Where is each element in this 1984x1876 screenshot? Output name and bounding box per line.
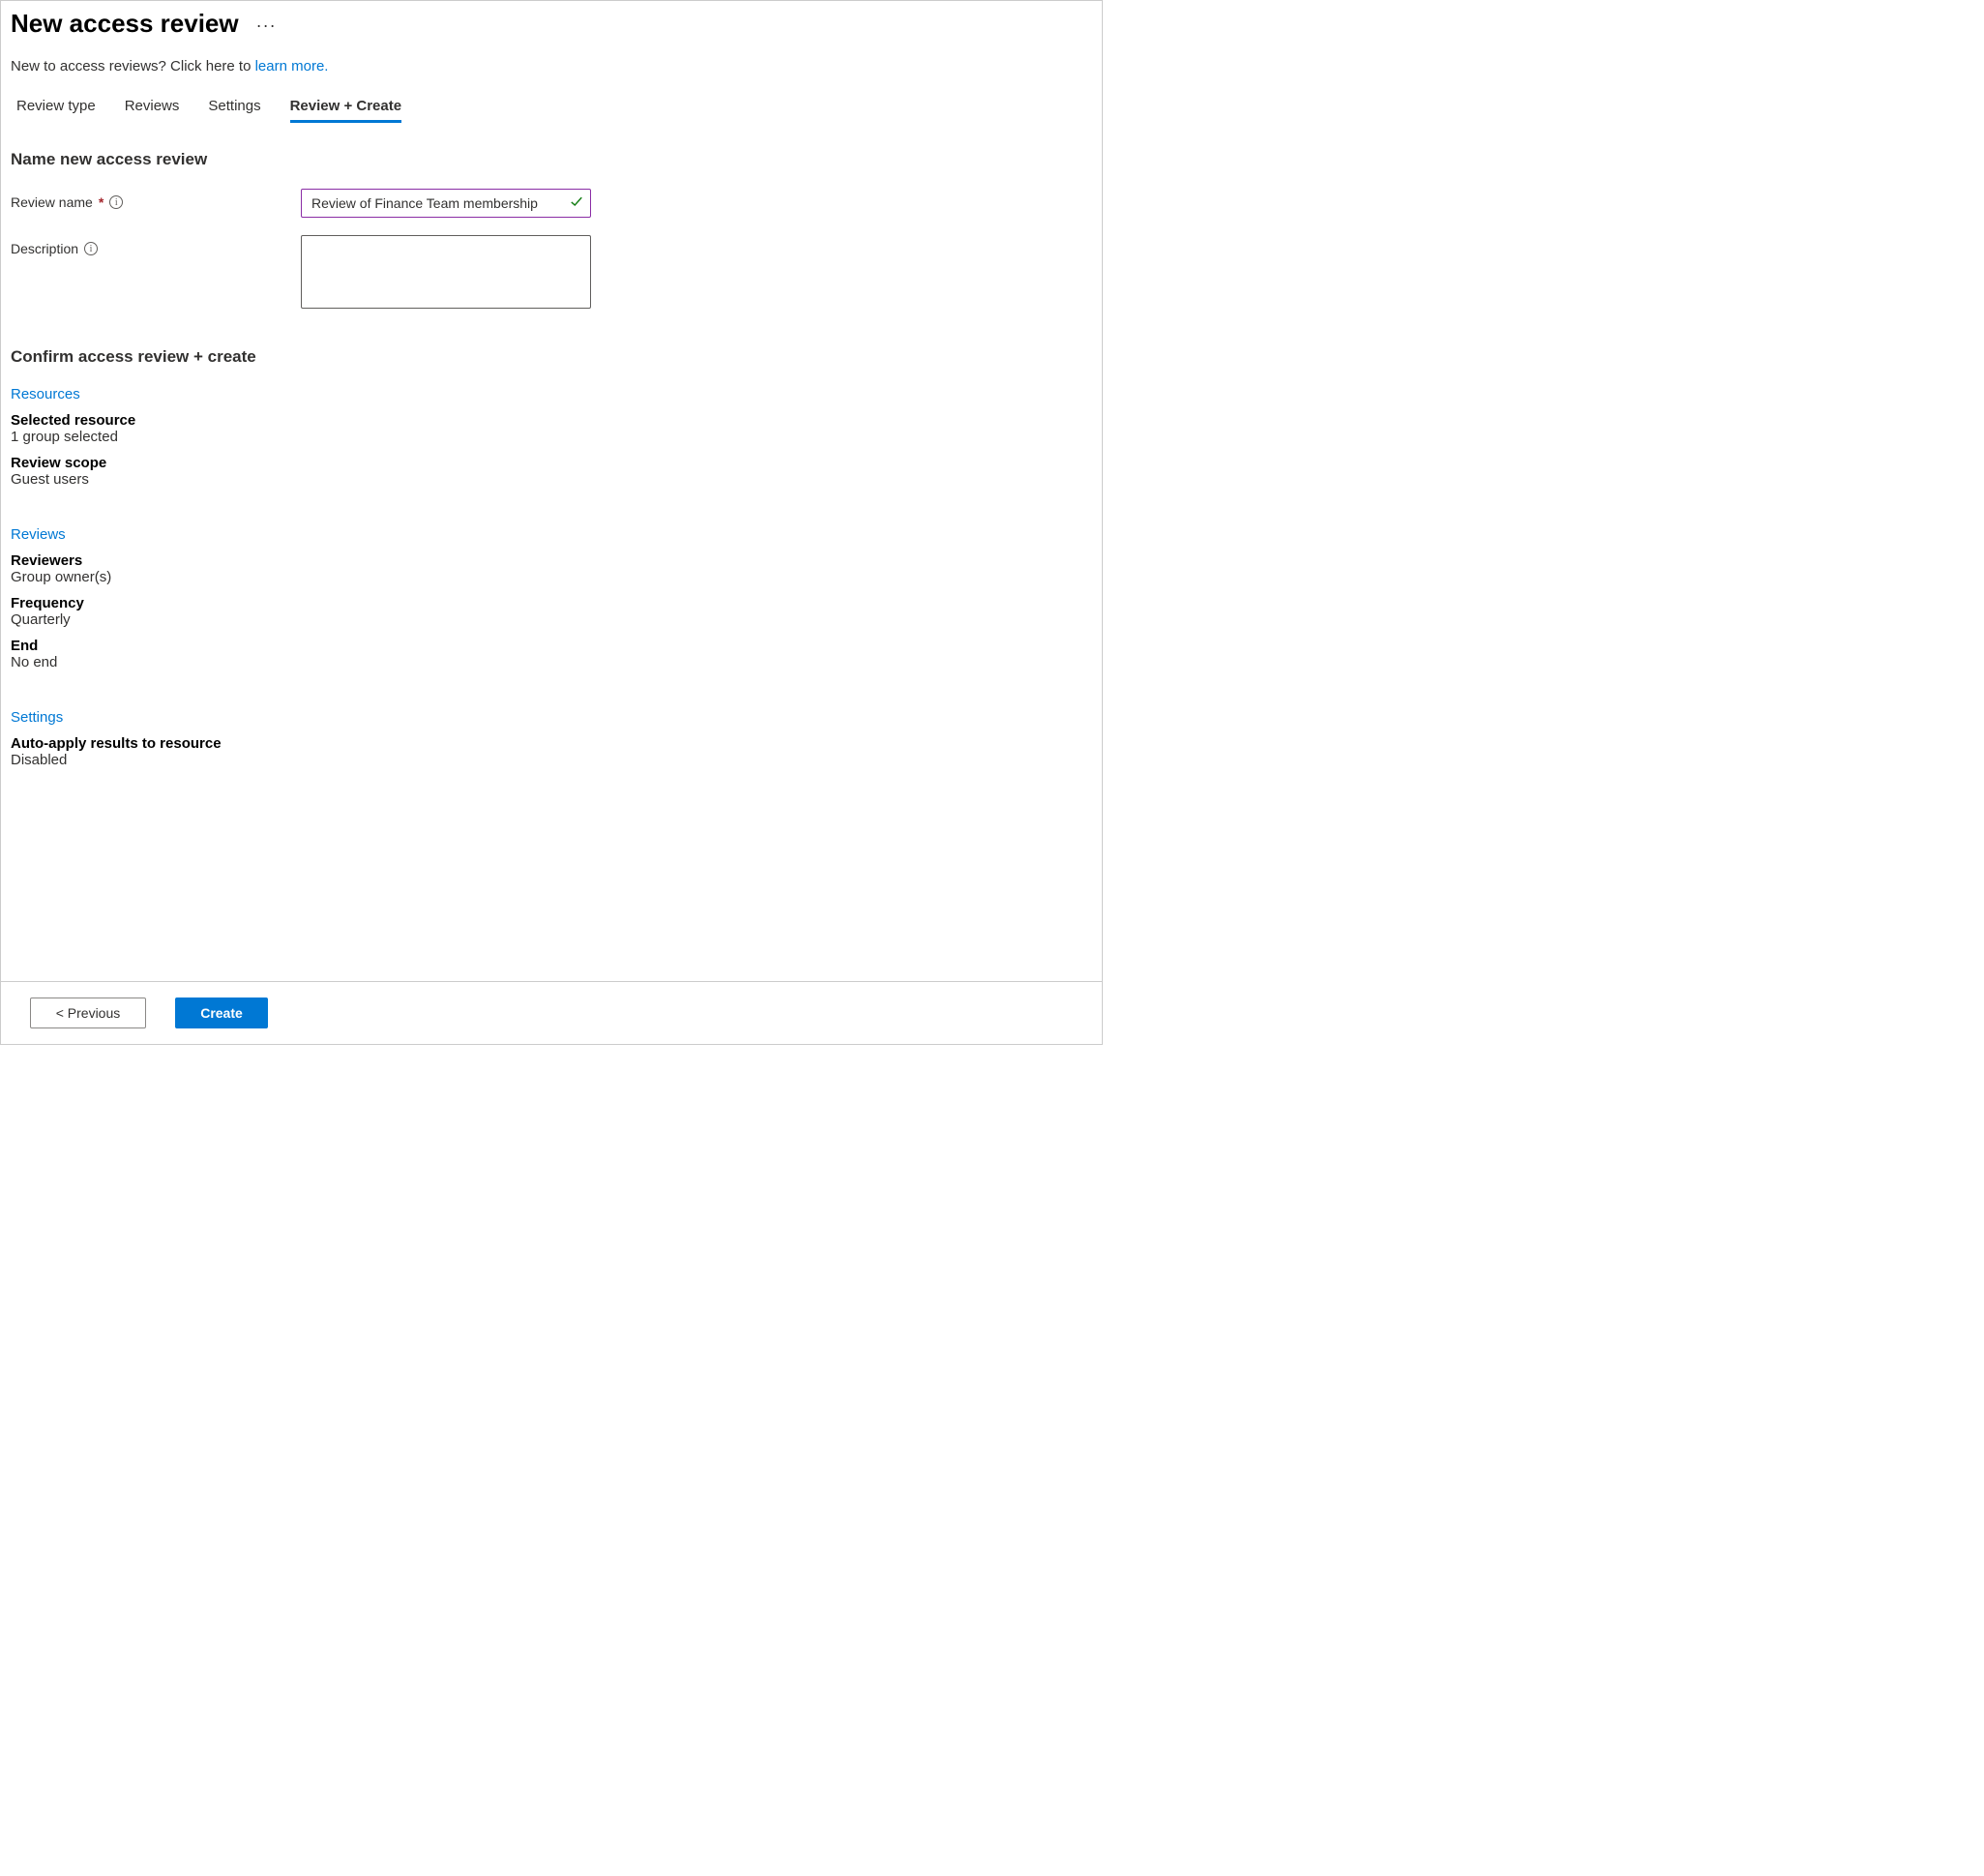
previous-button[interactable]: < Previous: [30, 998, 146, 1028]
description-label: Description i: [11, 235, 301, 256]
description-row: Description i: [11, 235, 1086, 309]
end-value: No end: [11, 654, 1086, 670]
tab-review-create[interactable]: Review + Create: [290, 98, 401, 123]
end-block: End No end: [11, 638, 1086, 670]
tab-settings[interactable]: Settings: [208, 98, 260, 123]
access-review-panel: New access review ··· New to access revi…: [0, 0, 1103, 1045]
auto-apply-value: Disabled: [11, 752, 1086, 768]
description-label-text: Description: [11, 241, 78, 256]
review-scope-label: Review scope: [11, 455, 1086, 471]
tab-review-type[interactable]: Review type: [16, 98, 96, 123]
more-options-icon[interactable]: ···: [256, 15, 277, 36]
selected-resource-label: Selected resource: [11, 412, 1086, 429]
reviewers-value: Group owner(s): [11, 569, 1086, 585]
frequency-block: Frequency Quarterly: [11, 595, 1086, 628]
info-icon[interactable]: i: [84, 242, 98, 255]
confirm-section: Confirm access review + create Resources…: [11, 347, 1086, 768]
name-review-heading: Name new access review: [11, 150, 1086, 169]
review-name-row: Review name * i: [11, 189, 1086, 218]
resources-link[interactable]: Resources: [11, 386, 80, 402]
end-label: End: [11, 638, 1086, 654]
review-name-label-text: Review name: [11, 194, 93, 210]
review-scope-block: Review scope Guest users: [11, 455, 1086, 488]
page-title: New access review: [11, 9, 239, 39]
reviews-link[interactable]: Reviews: [11, 526, 66, 543]
settings-link[interactable]: Settings: [11, 709, 63, 726]
review-name-input-wrap: [301, 189, 591, 218]
intro-prefix: New to access reviews? Click here to: [11, 58, 255, 74]
footer: < Previous Create: [1, 981, 1102, 1044]
title-row: New access review ···: [11, 9, 1086, 39]
create-button[interactable]: Create: [175, 998, 268, 1028]
panel-content: New access review ··· New to access revi…: [1, 1, 1102, 981]
selected-resource-block: Selected resource 1 group selected: [11, 412, 1086, 445]
review-scope-value: Guest users: [11, 471, 1086, 488]
info-icon[interactable]: i: [109, 195, 123, 209]
tab-bar: Review type Reviews Settings Review + Cr…: [11, 98, 1086, 123]
learn-more-link[interactable]: learn more.: [255, 58, 329, 74]
review-name-label: Review name * i: [11, 189, 301, 210]
frequency-label: Frequency: [11, 595, 1086, 611]
reviewers-label: Reviewers: [11, 552, 1086, 569]
reviewers-block: Reviewers Group owner(s): [11, 552, 1086, 585]
auto-apply-block: Auto-apply results to resource Disabled: [11, 735, 1086, 768]
intro-text: New to access reviews? Click here to lea…: [11, 58, 1086, 74]
review-name-input[interactable]: [301, 189, 591, 218]
tab-reviews[interactable]: Reviews: [125, 98, 180, 123]
confirm-heading: Confirm access review + create: [11, 347, 1086, 367]
frequency-value: Quarterly: [11, 611, 1086, 628]
required-asterisk: *: [99, 194, 104, 210]
description-input[interactable]: [301, 235, 591, 309]
selected-resource-value: 1 group selected: [11, 429, 1086, 445]
auto-apply-label: Auto-apply results to resource: [11, 735, 1086, 752]
